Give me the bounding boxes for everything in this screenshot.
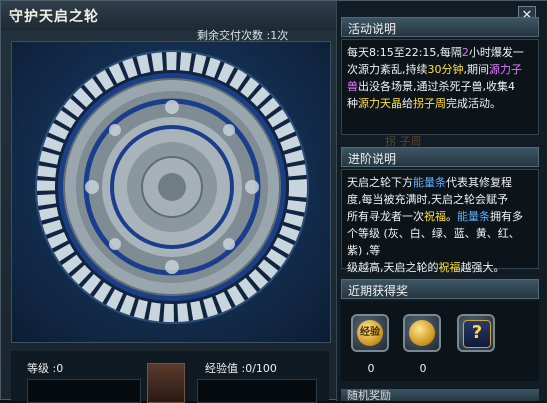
activity-line-4: 种源力天晶给拐子周完成活动。 (347, 97, 501, 110)
advance-header: 进阶说明 (341, 147, 539, 167)
advance-line-5: 级越高,天启之轮的祝福越强大。 (347, 261, 505, 274)
advance-header-title: 进阶说明 (348, 152, 397, 166)
level-label: 等级 :0 (27, 362, 64, 375)
exp-scroll-icon: 经验 (357, 320, 383, 346)
reward-slot-exp[interactable]: 经验 (351, 314, 389, 352)
advance-line-3: 所有寻龙者一次祝福。能量条拥有多 (347, 210, 523, 223)
activity-header: 活动说明 (341, 17, 539, 37)
activity-line-2: 次源力紊乱,持续30分钟,期间源力子 (347, 63, 522, 76)
exp-bar (197, 379, 317, 403)
random-rewards-header: 随机奖励 (341, 389, 539, 401)
reward-count-coin: 0 (419, 362, 427, 375)
wheel-display (11, 41, 331, 343)
advance-text: 天启之轮下方能量条代表其修复程 度,每当被充满时,天启之轮会赋予 所有寻龙者一次… (341, 169, 539, 274)
activity-line-3: 兽出没各场景,通过杀死子兽,收集4 (347, 80, 515, 93)
mystery-box-icon: ? (463, 320, 491, 348)
apocalypse-wheel-icon (35, 50, 309, 324)
reward-count-exp: 0 (367, 362, 375, 375)
wheel-window: 守护天启之轮 剩余交付次数 :1次 等级 :0 经验值 :0/100 ✕ 活动说… (0, 0, 547, 403)
advance-line-2: 度,每当被充满时,天启之轮会赋予 (347, 193, 508, 206)
activity-text: 每天8:15至22:15,每隔2小时爆发一 次源力紊乱,持续30分钟,期间源力子… (341, 39, 539, 135)
activity-header-title: 活动说明 (348, 22, 397, 36)
reward-slot-mystery[interactable]: ? (457, 314, 495, 352)
recent-rewards-title: 近期获得奖 (348, 284, 409, 298)
activity-line-1: 每天8:15至22:15,每隔2小时爆发一 (347, 46, 524, 59)
reward-slot-coin[interactable] (403, 314, 441, 352)
level-bar (27, 379, 141, 403)
coin-icon (409, 320, 435, 346)
center-item-icon[interactable] (147, 363, 185, 403)
recent-rewards-header: 近期获得奖 (341, 279, 539, 299)
exp-label: 经验值 :0/100 (205, 362, 277, 375)
random-rewards-title: 随机奖励 (347, 389, 391, 401)
advance-line-4: 个等级 (灰、白、绿、蓝、黄、红、紫) ,等 (347, 227, 520, 257)
window-title: 守护天启之轮 (9, 9, 99, 25)
advance-line-1: 天启之轮下方能量条代表其修复程 (347, 176, 512, 189)
